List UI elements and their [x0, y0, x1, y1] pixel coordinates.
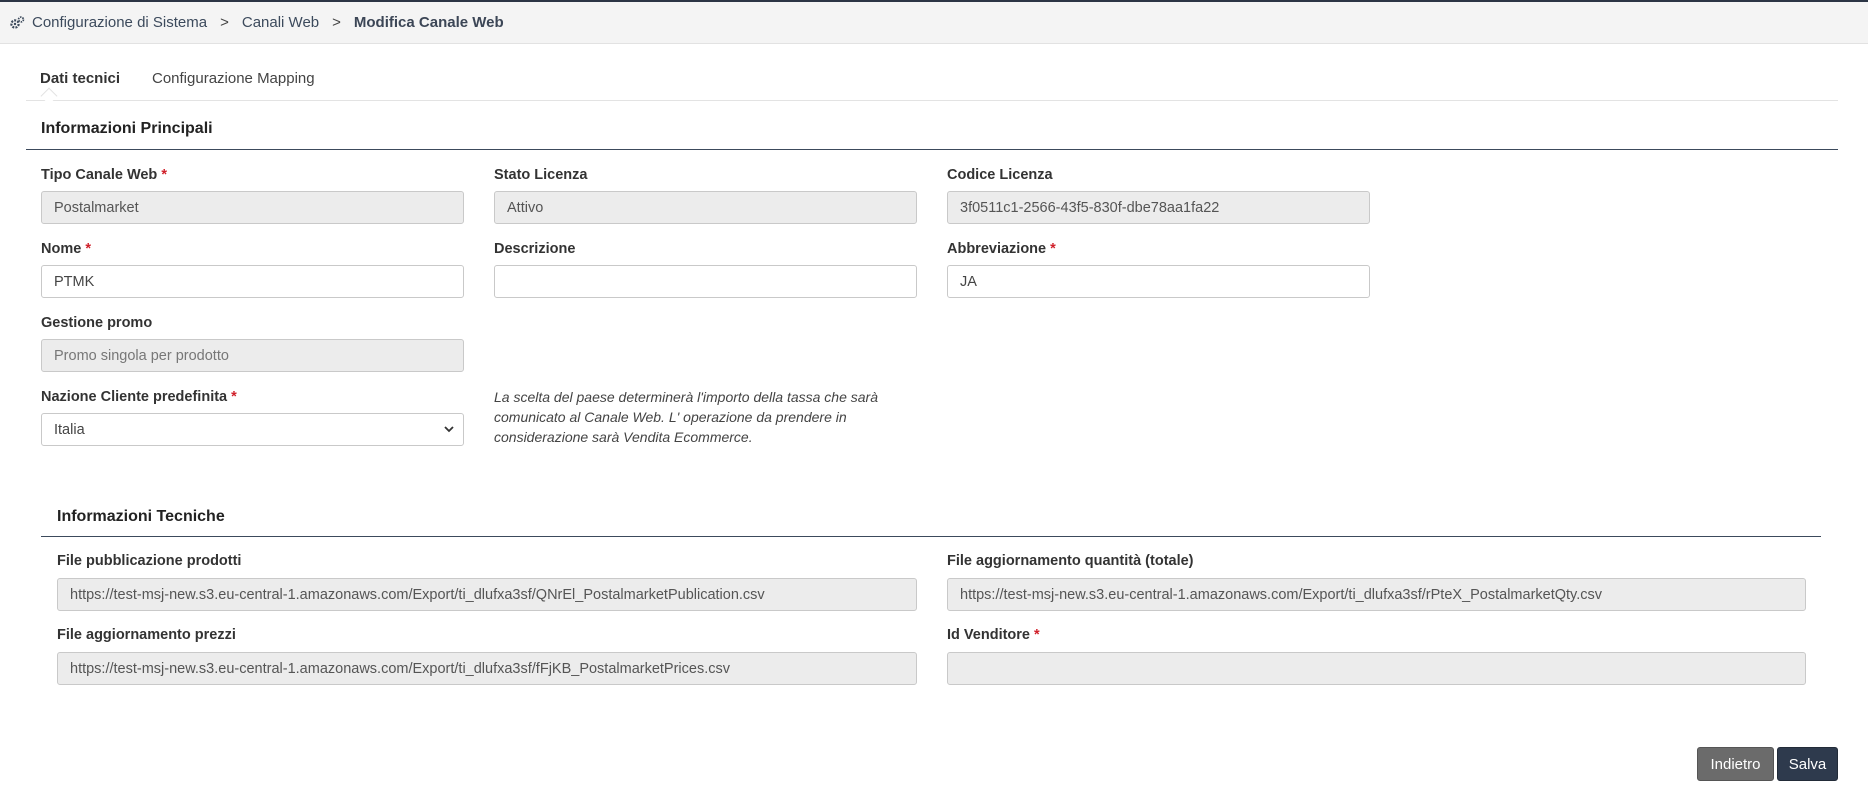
stato-licenza-label: Stato Licenza — [494, 167, 588, 183]
nazione-label: Nazione Cliente predefinita * — [41, 389, 237, 405]
breadcrumb: Configurazione di Sistema > Canali Web >… — [0, 2, 1868, 44]
gestione-promo-field: Promo singola per prodotto — [41, 339, 464, 372]
section-title-main: Informazioni Principali — [41, 120, 213, 137]
id-venditore-field — [947, 652, 1806, 685]
section-title-tech: Informazioni Tecniche — [57, 508, 225, 525]
file-quantita-field: https://test-msj-new.s3.eu-central-1.ama… — [947, 578, 1806, 611]
gears-icon — [10, 15, 25, 29]
tab-configurazione-mapping[interactable]: Configurazione Mapping — [152, 70, 315, 87]
breadcrumb-separator: > — [220, 14, 229, 31]
section-divider — [41, 536, 1821, 537]
nazione-help-text: La scelta del paese determinerà l'import… — [494, 389, 878, 445]
file-quantita-label: File aggiornamento quantità (totale) — [947, 553, 1194, 569]
codice-licenza-label: Codice Licenza — [947, 167, 1053, 183]
file-pubblicazione-label: File pubblicazione prodotti — [57, 553, 242, 569]
breadcrumb-separator: > — [332, 14, 341, 31]
save-button[interactable]: Salva — [1777, 747, 1838, 781]
codice-licenza-field: 3f0511c1-2566-43f5-830f-dbe78aa1fa22 — [947, 191, 1370, 224]
descrizione-input[interactable] — [494, 265, 917, 298]
file-prezzi-label: File aggiornamento prezzi — [57, 627, 236, 643]
stato-licenza-field: Attivo — [494, 191, 917, 224]
id-venditore-label: Id Venditore * — [947, 627, 1040, 643]
breadcrumb-item-config[interactable]: Configurazione di Sistema — [32, 14, 207, 31]
nazione-select[interactable]: Italia — [41, 413, 464, 446]
descrizione-label: Descrizione — [494, 241, 576, 257]
tab-dati-tecnici[interactable]: Dati tecnici — [40, 70, 120, 87]
gestione-promo-label: Gestione promo — [41, 315, 153, 331]
abbreviazione-input[interactable]: JA — [947, 265, 1370, 298]
breadcrumb-item-canali[interactable]: Canali Web — [242, 14, 319, 31]
nome-input[interactable]: PTMK — [41, 265, 464, 298]
nome-label: Nome * — [41, 241, 91, 257]
nazione-selected-value: Italia — [54, 421, 85, 438]
file-prezzi-field: https://test-msj-new.s3.eu-central-1.ama… — [57, 652, 917, 685]
abbreviazione-label: Abbreviazione * — [947, 241, 1056, 257]
chevron-down-icon — [444, 426, 454, 433]
tab-bar: Dati tecnici Configurazione Mapping — [26, 44, 1838, 101]
back-button[interactable]: Indietro — [1697, 747, 1774, 781]
file-pubblicazione-field: https://test-msj-new.s3.eu-central-1.ama… — [57, 578, 917, 611]
section-divider — [26, 149, 1838, 150]
breadcrumb-current: Modifica Canale Web — [353, 14, 504, 31]
tipo-canale-field: Postalmarket — [41, 191, 464, 224]
tipo-canale-label: Tipo Canale Web * — [41, 167, 167, 183]
